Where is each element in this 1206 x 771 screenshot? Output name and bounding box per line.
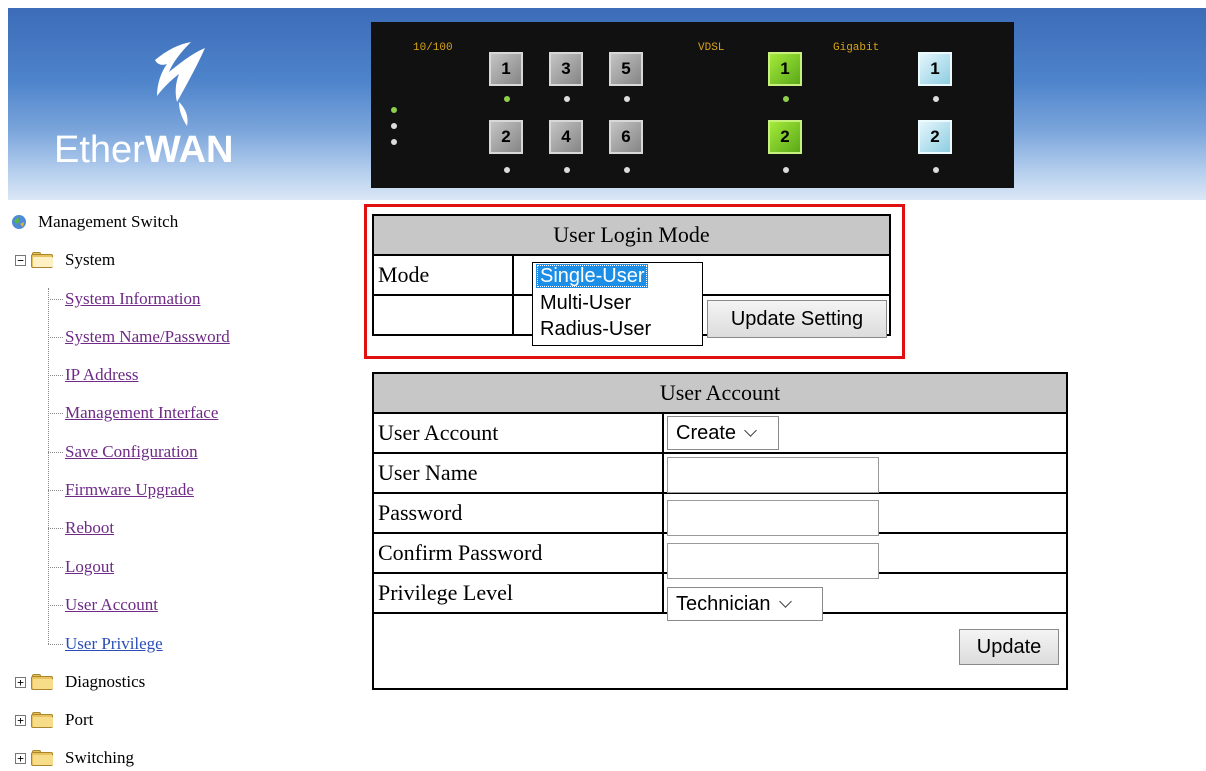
- user-account-select[interactable]: Create: [667, 416, 779, 450]
- user-name-label: User Name: [372, 452, 664, 494]
- etherwan-logo: EtherWAN: [50, 28, 290, 178]
- collapse-icon[interactable]: −: [15, 254, 26, 266]
- mode-option-single-user[interactable]: Single-User: [536, 264, 649, 288]
- sidebar-link-logout[interactable]: Logout: [65, 556, 114, 578]
- mode-option-radius-user[interactable]: Radius-User: [536, 317, 655, 341]
- user-account-label: User Account: [372, 412, 664, 454]
- tree-folder-label: Port: [65, 710, 94, 729]
- network-globe-icon: [12, 215, 26, 229]
- sidebar-link-firmware-upgrade[interactable]: Firmware Upgrade: [65, 479, 194, 501]
- user-account-title: User Account: [372, 372, 1068, 414]
- port-led-icon: [933, 96, 939, 102]
- status-led-icon: [391, 123, 397, 129]
- tree-guide-branch: [48, 490, 63, 491]
- status-led-icon: [391, 139, 397, 145]
- tree-guide-branch: [48, 413, 63, 414]
- user-login-mode-title: User Login Mode: [372, 214, 891, 256]
- port-10-100-3[interactable]: 3: [549, 52, 583, 86]
- switch-port-panel: 10/100 VDSL Gigabit 1 3 5 2 4 6 1 2 1 2: [371, 22, 1014, 188]
- mode-label: Mode: [372, 254, 514, 296]
- tree-folder-switching[interactable]: + Switching: [15, 746, 134, 770]
- port-led-icon: [783, 96, 789, 102]
- port-10-100-6[interactable]: 6: [609, 120, 643, 154]
- mode-dropdown-list[interactable]: Single-User Multi-User Radius-User: [532, 262, 703, 346]
- confirm-password-input[interactable]: [667, 543, 879, 579]
- port-led-icon: [783, 167, 789, 173]
- port-led-icon: [564, 167, 570, 173]
- tree-root-label: Management Switch: [38, 212, 179, 231]
- port-led-icon: [933, 167, 939, 173]
- panel-label-vdsl: VDSL: [698, 42, 725, 54]
- expand-icon[interactable]: +: [15, 752, 26, 764]
- port-led-icon: [564, 96, 570, 102]
- port-gigabit-2[interactable]: 2: [918, 120, 952, 154]
- password-input[interactable]: [667, 500, 879, 536]
- tree-guide-branch: [48, 644, 63, 645]
- chevron-down-icon: [744, 424, 757, 437]
- sidebar-link-user-privilege[interactable]: User Privilege: [65, 633, 163, 655]
- user-name-input[interactable]: [667, 457, 879, 493]
- sidebar-link-save-configuration[interactable]: Save Configuration: [65, 441, 198, 463]
- folder-icon: [31, 712, 53, 728]
- port-10-100-1[interactable]: 1: [489, 52, 523, 86]
- navigation-tree: Management Switch − System System Inform…: [0, 202, 360, 771]
- port-led-icon: [624, 96, 630, 102]
- etherwan-logo-mark-icon: [155, 42, 205, 126]
- tree-guide-branch: [48, 375, 63, 376]
- panel-label-10-100: 10/100: [413, 42, 453, 54]
- tree-folder-system[interactable]: − System: [15, 248, 115, 272]
- tree-guide-branch: [48, 567, 63, 568]
- port-10-100-5[interactable]: 5: [609, 52, 643, 86]
- port-led-icon: [504, 96, 510, 102]
- port-gigabit-1[interactable]: 1: [918, 52, 952, 86]
- tree-guide-branch: [48, 528, 63, 529]
- privilege-level-select-value: Technician: [676, 592, 771, 615]
- empty-cell: [372, 294, 514, 336]
- update-button[interactable]: Update: [959, 629, 1059, 665]
- tree-folder-label: Diagnostics: [65, 672, 146, 691]
- tree-guide-branch: [48, 337, 63, 338]
- sidebar-link-reboot[interactable]: Reboot: [65, 517, 114, 539]
- header-banner: EtherWAN 10/100 VDSL Gigabit 1 3 5 2 4 6…: [0, 0, 1206, 202]
- panel-label-gigabit: Gigabit: [833, 42, 880, 54]
- tree-guide-branch: [48, 452, 63, 453]
- port-led-icon: [624, 167, 630, 173]
- port-vdsl-1[interactable]: 1: [768, 52, 802, 86]
- folder-icon: [31, 750, 53, 766]
- privilege-level-select[interactable]: Technician: [667, 587, 823, 621]
- folder-open-icon: [31, 252, 53, 268]
- port-10-100-2[interactable]: 2: [489, 120, 523, 154]
- logo-wordmark: EtherWAN: [54, 129, 234, 171]
- tree-guide-branch: [48, 605, 63, 606]
- sidebar-link-system-name-password[interactable]: System Name/Password: [65, 326, 230, 348]
- tree-folder-port[interactable]: + Port: [15, 708, 93, 732]
- port-vdsl-2[interactable]: 2: [768, 120, 802, 154]
- password-label: Password: [372, 492, 664, 534]
- privilege-level-label: Privilege Level: [372, 572, 664, 614]
- sidebar-link-user-account[interactable]: User Account: [65, 594, 158, 616]
- power-led-icon: [391, 107, 397, 113]
- sidebar-link-ip-address[interactable]: IP Address: [65, 364, 139, 386]
- mode-option-multi-user[interactable]: Multi-User: [536, 291, 635, 315]
- tree-folder-label: System: [65, 250, 116, 269]
- chevron-down-icon: [778, 595, 792, 608]
- user-account-select-value: Create: [676, 421, 737, 444]
- sidebar-link-management-interface[interactable]: Management Interface: [65, 402, 218, 424]
- expand-icon[interactable]: +: [15, 714, 26, 726]
- port-10-100-4[interactable]: 4: [549, 120, 583, 154]
- tree-folder-diagnostics[interactable]: + Diagnostics: [15, 670, 145, 694]
- tree-root-management-switch[interactable]: Management Switch: [10, 210, 178, 234]
- confirm-password-label: Confirm Password: [372, 532, 664, 574]
- tree-guide-branch: [48, 299, 63, 300]
- expand-icon[interactable]: +: [15, 676, 26, 688]
- port-led-icon: [504, 167, 510, 173]
- folder-icon: [31, 674, 53, 690]
- update-setting-button[interactable]: Update Setting: [707, 300, 887, 338]
- tree-guide-line: [48, 288, 49, 644]
- sidebar-link-system-information[interactable]: System Information: [65, 288, 201, 310]
- tree-folder-label: Switching: [65, 748, 134, 767]
